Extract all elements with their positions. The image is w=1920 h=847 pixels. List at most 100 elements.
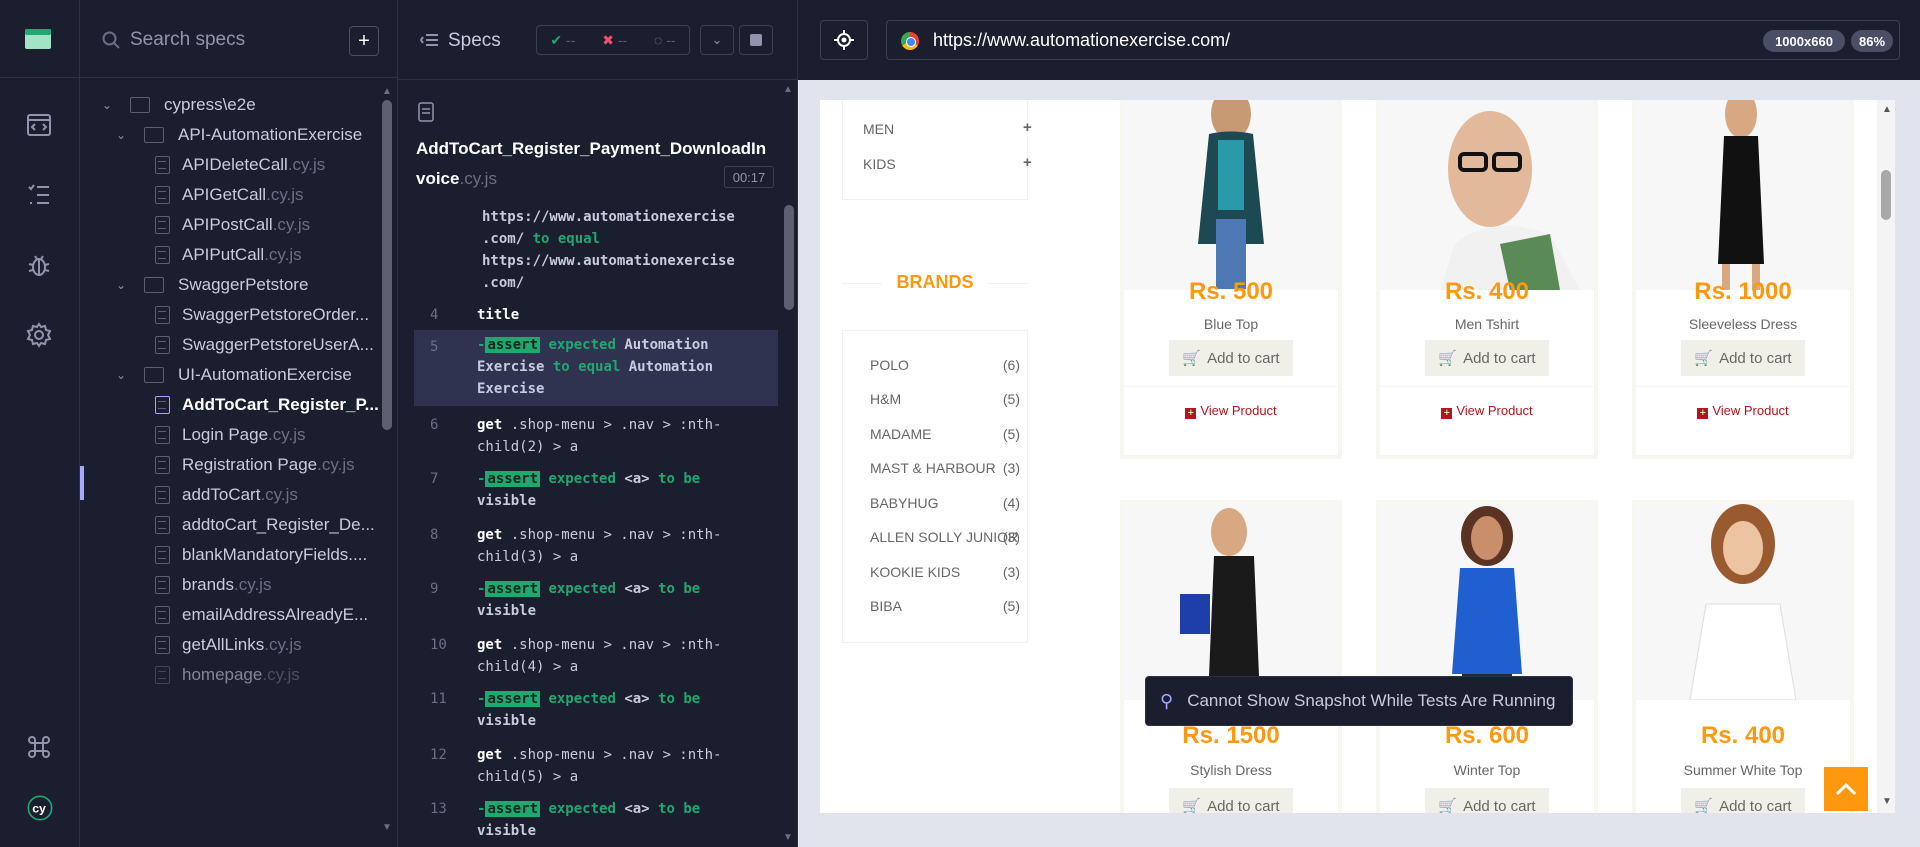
brand-name: H&M: [870, 391, 902, 407]
brand-item[interactable]: H&M (5): [870, 391, 1020, 407]
folder-icon: [144, 127, 164, 143]
log-text: visible: [477, 603, 537, 619]
add-to-cart-button[interactable]: 🛒 Add to cart: [1169, 788, 1293, 813]
brand-item[interactable]: BABYHUG (4): [870, 495, 1020, 511]
spec-file-item[interactable]: SwaggerPetstoreOrder...: [155, 300, 369, 330]
category-kids[interactable]: KIDS: [863, 156, 896, 172]
runs-icon[interactable]: [24, 110, 54, 140]
snapshot-toast: ⚲ Cannot Show Snapshot While Tests Are R…: [1145, 676, 1573, 726]
log-text: https://www.automationexercise: [482, 209, 735, 225]
specs-label[interactable]: Specs: [448, 30, 501, 52]
collapse-menu-icon[interactable]: [420, 33, 438, 47]
tree-folder-ui[interactable]: ⌄ UI-AutomationExercise: [116, 360, 352, 390]
plus-icon[interactable]: +: [1023, 119, 1032, 136]
brand-count: (3): [1002, 529, 1020, 545]
scroll-up-arrow-icon[interactable]: ▲: [382, 86, 392, 97]
brand-item[interactable]: KOOKIE KIDS (3): [870, 564, 1020, 580]
add-to-cart-button[interactable]: 🛒 Add to cart: [1425, 340, 1549, 376]
category-men[interactable]: MEN: [863, 121, 894, 137]
log-entry-assert[interactable]: 5 - assert expected Automation Exercise to…: [414, 330, 778, 406]
log-entry-assert[interactable]: 11- assert expected <a> to be visible: [414, 688, 778, 734]
log-entry-assert[interactable]: 13- assert expected <a> to be visible: [414, 798, 778, 844]
spec-file-item-active[interactable]: AddToCart_Register_P...: [155, 390, 379, 420]
spec-file-item[interactable]: APIPostCall .cy.js: [155, 210, 310, 240]
tree-folder-root[interactable]: ⌄ cypress\e2e: [102, 90, 256, 120]
add-to-cart-button[interactable]: 🛒 Add to cart: [1425, 788, 1549, 813]
brand-item[interactable]: ALLEN SOLLY JUNIOR (3): [870, 529, 1020, 545]
file-name: APIPostCall: [182, 215, 273, 234]
add-to-cart-button[interactable]: 🛒 Add to cart: [1169, 340, 1293, 376]
spec-file-item[interactable]: APIGetCall .cy.js: [155, 180, 304, 210]
url-bar[interactable]: https://www.automationexercise.com/ 1000…: [886, 20, 1900, 60]
tree-folder-swagger[interactable]: ⌄ SwaggerPetstore: [116, 270, 308, 300]
spec-file-item[interactable]: getAllLinks .cy.js: [155, 630, 302, 660]
tree-folder-api[interactable]: ⌄ API-AutomationExercise: [116, 120, 362, 150]
reporter-header: Specs ✔ -- ✖ -- ◌ -- ⌄: [398, 0, 798, 80]
view-product-link[interactable]: + View Product: [1124, 403, 1338, 419]
view-product-link[interactable]: + View Product: [1636, 403, 1850, 419]
dropdown-chevron-button[interactable]: ⌄: [700, 25, 734, 55]
spec-list-scrollbar[interactable]: [382, 100, 392, 430]
add-spec-button[interactable]: +: [349, 26, 379, 56]
scroll-to-top-button[interactable]: [1824, 767, 1868, 811]
spec-file-item[interactable]: homepage .cy.js: [155, 660, 300, 690]
log-entry-get[interactable]: 12 get .shop-menu > .nav > :nth-child(5) …: [414, 744, 778, 790]
scroll-down-arrow-icon[interactable]: ▼: [1882, 796, 1892, 807]
log-text: Automation: [624, 337, 709, 353]
document-icon: [155, 246, 170, 264]
spec-file-item[interactable]: addToCart .cy.js: [155, 480, 298, 510]
spec-file-item[interactable]: Login Page .cy.js: [155, 420, 306, 450]
cypress-cy-logo-icon[interactable]: cy: [20, 788, 60, 828]
log-entry-assert[interactable]: 9- assert expected <a> to be visible: [414, 578, 778, 624]
add-to-cart-label: Add to cart: [1719, 349, 1792, 367]
specs-list-icon[interactable]: [24, 180, 54, 210]
brand-item[interactable]: POLO (6): [870, 357, 1020, 373]
settings-gear-icon[interactable]: [24, 320, 54, 350]
file-name: APIPutCall: [182, 245, 265, 264]
selector-playground-button[interactable]: [820, 20, 868, 60]
scroll-up-arrow-icon[interactable]: ▲: [1882, 104, 1892, 115]
spec-file-item[interactable]: emailAddressAlreadyE...: [155, 600, 368, 630]
brand-count: (4): [1002, 495, 1020, 511]
aut-scrollbar-track[interactable]: ▲ ▼: [1877, 100, 1895, 813]
add-to-cart-button[interactable]: 🛒 Add to cart: [1681, 788, 1805, 813]
plus-icon[interactable]: +: [1023, 154, 1032, 171]
debug-bug-icon[interactable]: [24, 250, 54, 280]
spec-file-item[interactable]: Registration Page .cy.js: [155, 450, 355, 480]
document-icon: [155, 606, 170, 624]
zoom-level-badge[interactable]: 86%: [1851, 30, 1893, 52]
search-specs-input[interactable]: [130, 26, 350, 54]
log-entry-get[interactable]: 8 get .shop-menu > .nav > :nth-child(3) >…: [414, 524, 778, 570]
spec-file-item[interactable]: APIPutCall .cy.js: [155, 240, 302, 270]
log-entry-assert[interactable]: 7- assert expected <a> to be visible: [414, 468, 778, 514]
log-entry-get[interactable]: 10 get .shop-menu > .nav > :nth-child(4) …: [414, 634, 778, 680]
scroll-up-arrow-icon[interactable]: ▲: [783, 84, 793, 95]
spec-file-item[interactable]: APIDeleteCall .cy.js: [155, 150, 325, 180]
viewport-size-badge[interactable]: 1000x660: [1763, 30, 1845, 52]
log-entry-get[interactable]: 6 get .shop-menu > .nav > :nth-child(2) >…: [414, 414, 778, 460]
log-text: .shop-menu > .nav > :nth-: [510, 637, 722, 653]
chevron-down-icon: ⌄: [116, 368, 127, 382]
aut-scrollbar-thumb[interactable]: [1881, 170, 1891, 220]
test-stats: ✔ -- ✖ -- ◌ --: [536, 25, 690, 55]
brand-item[interactable]: MADAME (5): [870, 426, 1020, 442]
file-name: SwaggerPetstoreOrder...: [182, 305, 370, 324]
log-text: .com/: [482, 231, 525, 247]
chevron-up-icon: [1835, 782, 1857, 796]
scroll-down-arrow-icon[interactable]: ▼: [783, 832, 793, 843]
view-product-link[interactable]: + View Product: [1380, 403, 1594, 419]
command-key-icon[interactable]: [24, 732, 54, 762]
spec-file-item[interactable]: brands .cy.js: [155, 570, 271, 600]
scroll-down-arrow-icon[interactable]: ▼: [382, 822, 392, 833]
brand-item[interactable]: BIBA (5): [870, 598, 1020, 614]
spec-file-item[interactable]: blankMandatoryFields....: [155, 540, 367, 570]
add-to-cart-button[interactable]: 🛒 Add to cart: [1681, 340, 1805, 376]
spec-file-item[interactable]: addtoCart_Register_De...: [155, 510, 375, 540]
app-logo-icon[interactable]: [24, 26, 52, 50]
brand-item[interactable]: MAST & HARBOUR (3): [870, 460, 1020, 476]
spec-file-item[interactable]: SwaggerPetstoreUserA...: [155, 330, 374, 360]
log-number: 5: [430, 339, 439, 355]
stop-button[interactable]: [739, 25, 773, 55]
log-text: visible: [477, 493, 537, 509]
command-log-scrollbar[interactable]: [784, 205, 794, 310]
